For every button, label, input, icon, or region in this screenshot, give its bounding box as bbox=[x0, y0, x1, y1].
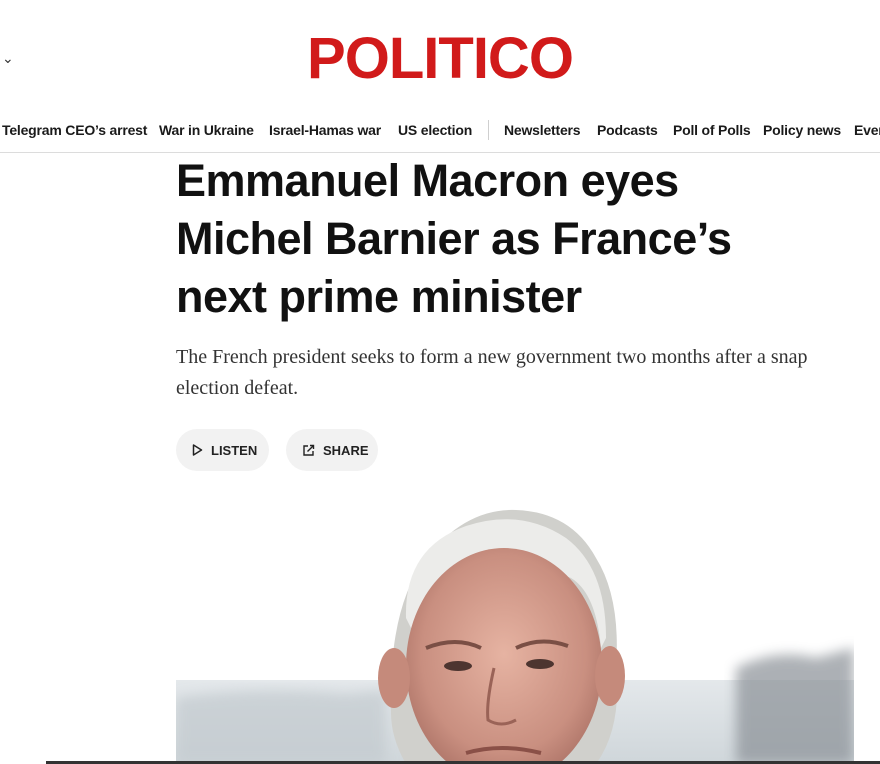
share-icon bbox=[302, 444, 315, 457]
nav-item-policy-news[interactable]: Policy news bbox=[763, 122, 841, 138]
nav-item-war-in-ukraine[interactable]: War in Ukraine bbox=[159, 122, 254, 138]
share-label: SHARE bbox=[323, 442, 369, 458]
article-hero-photo bbox=[176, 498, 854, 764]
listen-label: LISTEN bbox=[211, 442, 258, 458]
article-dek: The French president seeks to form a new… bbox=[176, 346, 808, 399]
nav-item-events[interactable]: Even bbox=[854, 122, 880, 138]
play-icon bbox=[192, 444, 203, 456]
nav-item-telegram-ceo-arrest[interactable]: Telegram CEO’s arrest bbox=[2, 122, 147, 138]
nav-item-israel-hamas-war[interactable]: Israel-Hamas war bbox=[269, 122, 381, 138]
nav-item-podcasts[interactable]: Podcasts bbox=[597, 122, 658, 138]
top-nav: Telegram CEO’s arrest War in Ukraine Isr… bbox=[0, 112, 880, 150]
nav-item-us-election[interactable]: US election bbox=[398, 122, 472, 138]
portrait-photo bbox=[176, 498, 854, 764]
nav-item-newsletters[interactable]: Newsletters bbox=[504, 122, 581, 138]
nav-item-poll-of-polls[interactable]: Poll of Polls bbox=[673, 122, 751, 138]
politico-logo[interactable]: POLITICO bbox=[0, 28, 880, 90]
nav-divider bbox=[488, 120, 489, 140]
share-button[interactable]: SHARE bbox=[286, 429, 378, 471]
listen-button[interactable]: LISTEN bbox=[176, 429, 269, 471]
article-headline: Emmanuel Macron eyes Michel Barnier as F… bbox=[176, 155, 732, 322]
site-header: ⌄ POLITICO bbox=[0, 0, 880, 110]
